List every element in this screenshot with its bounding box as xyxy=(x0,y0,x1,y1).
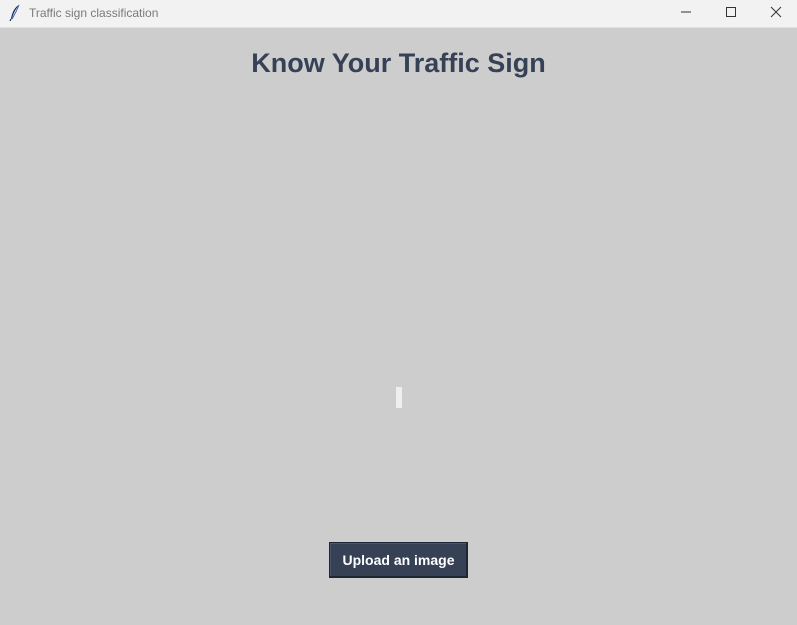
page-title: Know Your Traffic Sign xyxy=(251,48,546,78)
close-icon xyxy=(770,5,782,23)
minimize-button[interactable] xyxy=(663,0,708,27)
title-bar[interactable]: Traffic sign classification xyxy=(0,0,797,28)
upload-image-button[interactable]: Upload an image xyxy=(329,542,468,578)
maximize-button[interactable] xyxy=(708,0,753,27)
sign-image-placeholder xyxy=(396,387,402,408)
window-title: Traffic sign classification xyxy=(29,6,159,20)
feather-icon xyxy=(8,4,22,22)
main-panel: Know Your Traffic Sign Upload an image xyxy=(0,28,797,625)
close-button[interactable] xyxy=(753,0,797,27)
maximize-icon xyxy=(725,5,737,23)
minimize-icon xyxy=(680,5,692,23)
